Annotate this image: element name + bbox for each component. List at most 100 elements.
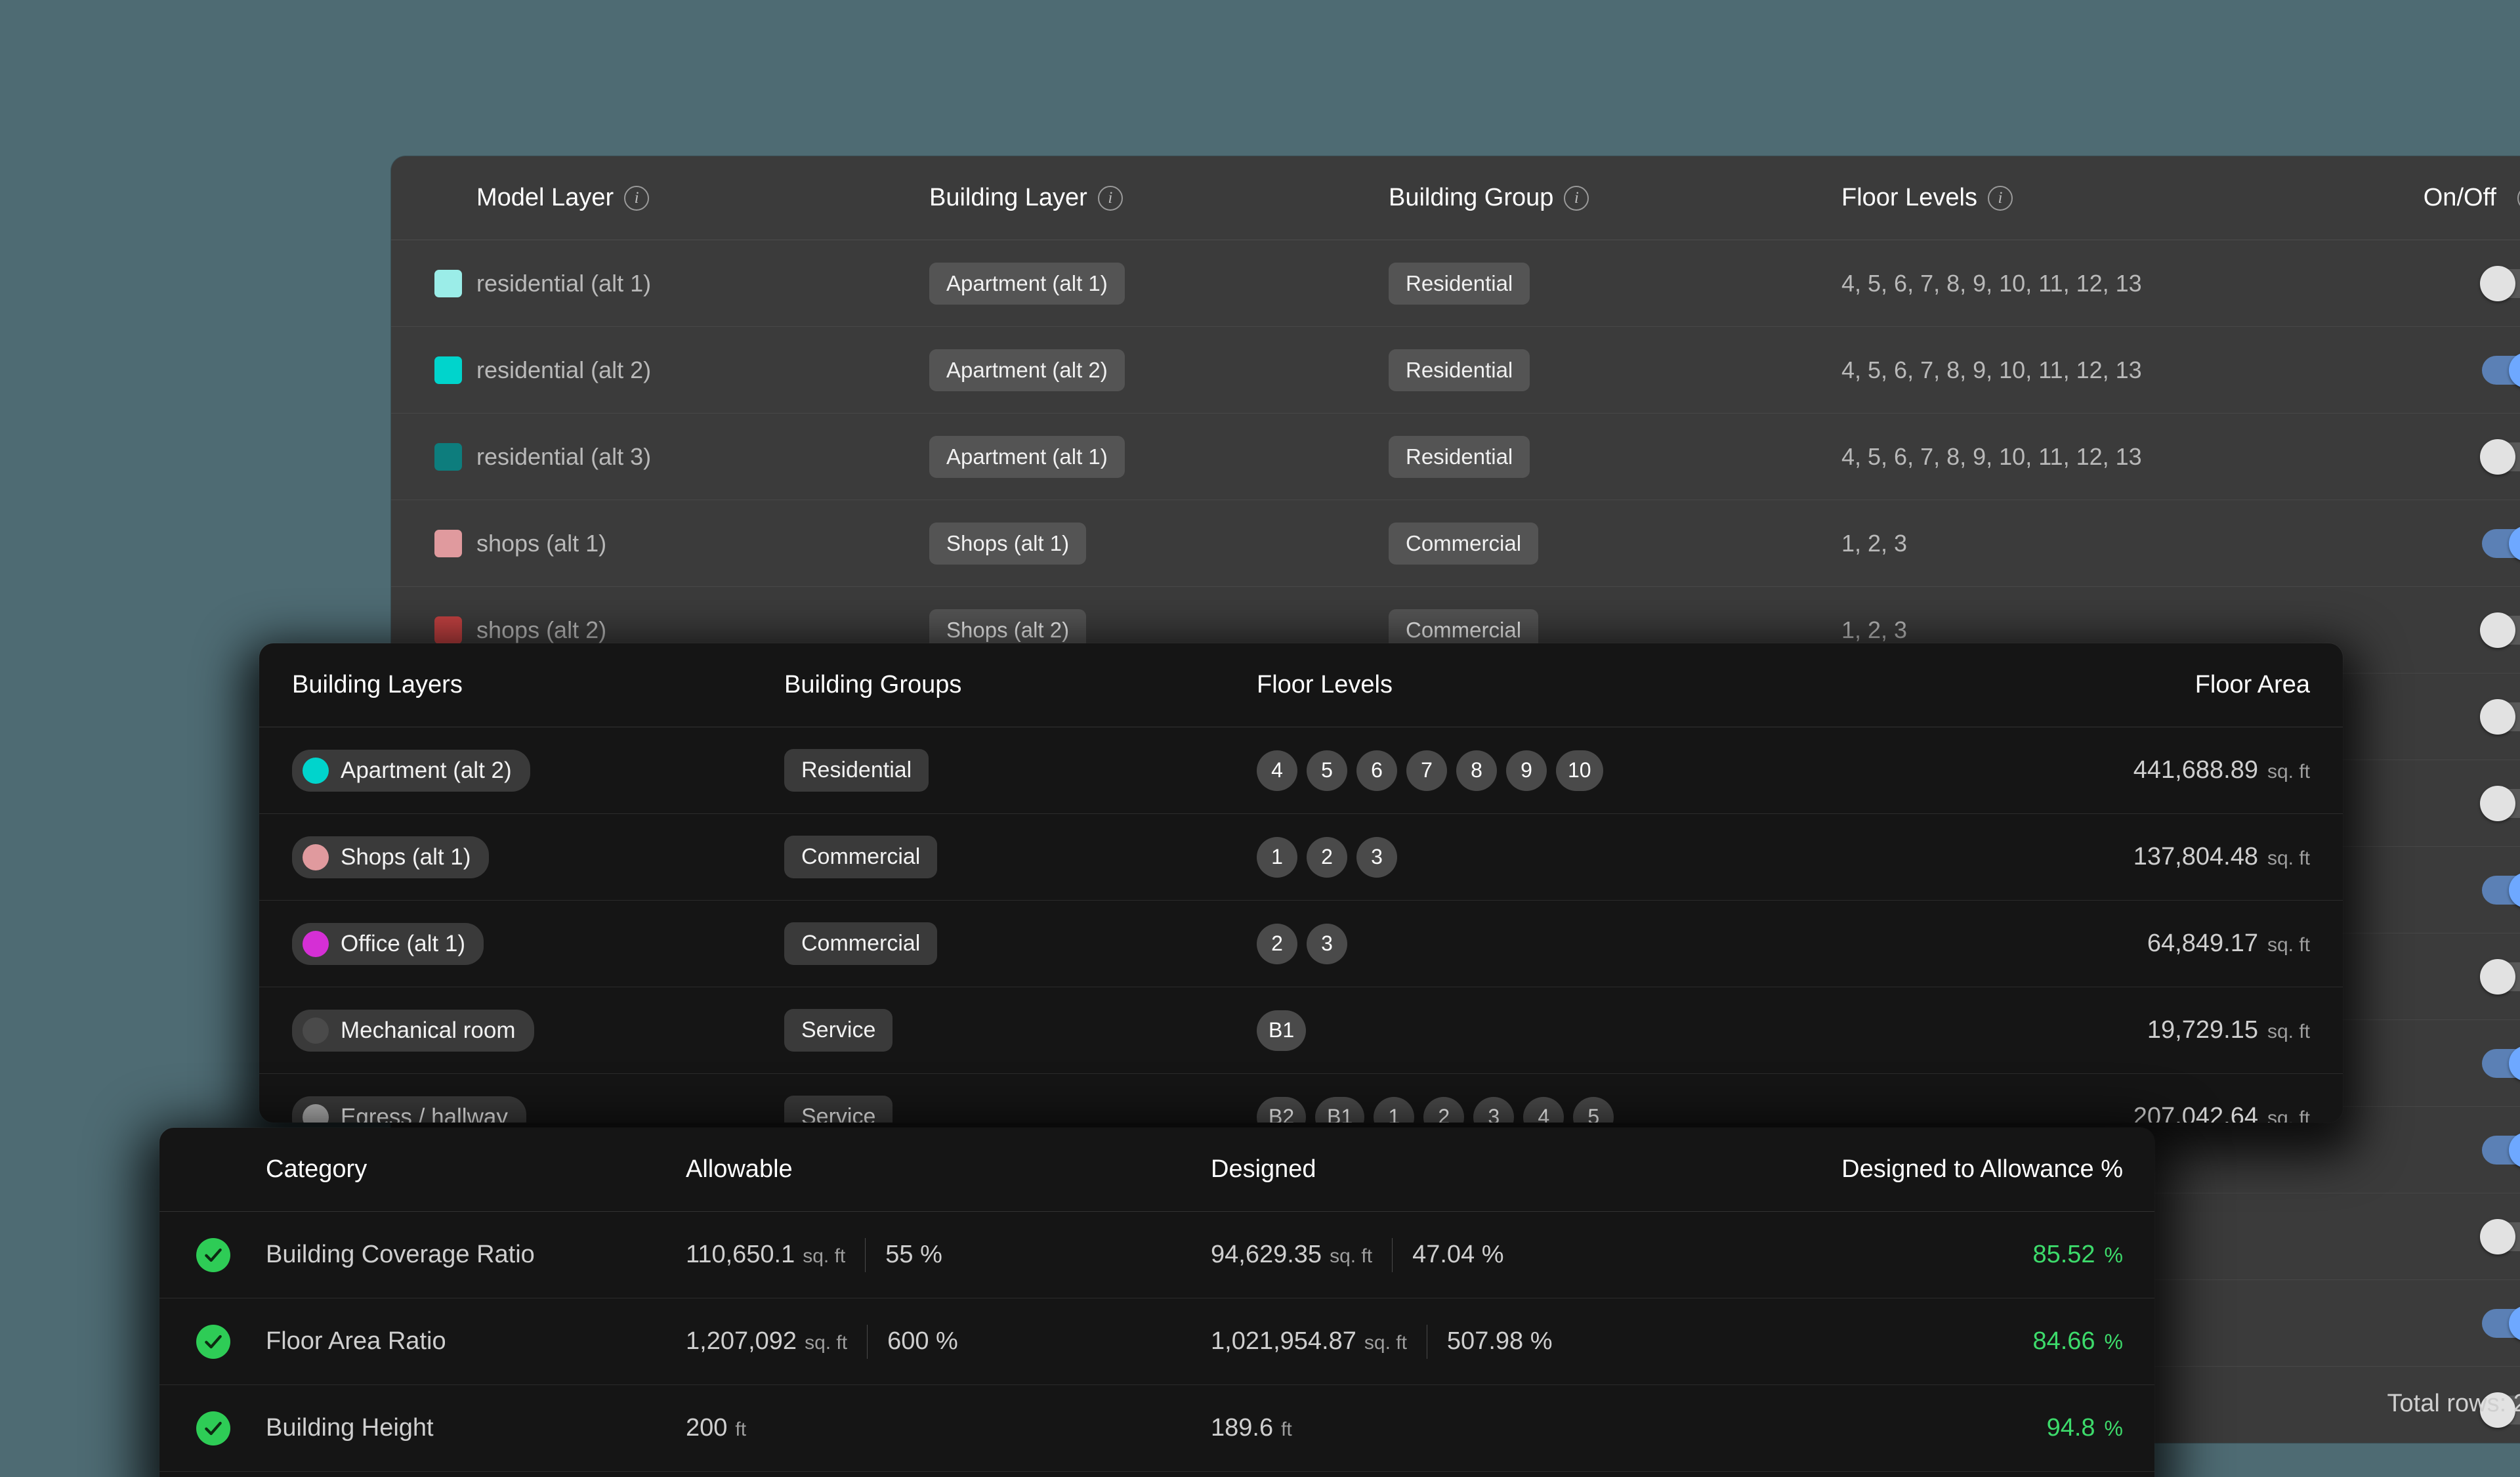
floor-level-chip[interactable]: B1 [1257,1010,1307,1051]
column-header-allowable[interactable]: Allowable [686,1155,1211,1184]
floor-level-chip[interactable]: 10 [1556,750,1603,791]
floor-level-chip[interactable]: 2 [1423,1096,1465,1123]
color-swatch-icon[interactable] [434,442,462,471]
floor-level-chip[interactable]: 1 [1374,1096,1415,1123]
column-header-designed[interactable]: Designed [1211,1155,1749,1184]
floor-level-chip[interactable]: 6 [1356,750,1397,791]
building-layer-pill[interactable]: Egress / hallway [292,1096,526,1123]
building-group-pill[interactable]: Service [784,1009,893,1052]
color-swatch-icon[interactable] [434,356,462,384]
column-header-model-layer[interactable]: Model Layer i [476,184,929,212]
table-row[interactable]: Office (alt 1) Commercial 2 3 64,849.17 sq. f… [259,901,2343,987]
on-off-toggle[interactable] [2482,1045,2520,1081]
building-layers-rows: Apartment (alt 2) Residential 4 5 6 7 8 9 10 441,… [259,727,2343,1123]
on-off-toggle[interactable] [2480,1218,2520,1254]
building-group-pill[interactable]: Commercial [784,922,938,965]
floor-level-chip[interactable]: 1 [1257,836,1297,878]
floor-level-chip[interactable]: 5 [1307,750,1347,791]
on-off-toggle[interactable] [2482,525,2520,561]
layer-color-swatch-cell [391,269,476,297]
on-off-toggle[interactable] [2482,872,2520,908]
building-group-chip[interactable]: Residential [1389,435,1530,478]
building-group-pill[interactable]: Residential [784,749,929,792]
building-group-pill[interactable]: Commercial [784,836,938,878]
cell-divider [865,1237,866,1272]
color-swatch-icon[interactable] [434,616,462,644]
floor-level-chip[interactable]: 7 [1406,750,1447,791]
column-header-building-layers[interactable]: Building Layers [259,671,784,699]
on-off-toggle[interactable] [2482,1305,2520,1341]
floor-level-chip[interactable]: B1 [1315,1096,1365,1123]
building-layer-chip[interactable]: Apartment (alt 1) [929,262,1125,305]
building-group-chip[interactable]: Commercial [1389,522,1539,565]
on-off-toggle[interactable] [2480,785,2520,821]
info-icon[interactable]: i [1987,185,2013,211]
table-row[interactable]: Apartment (alt 2) Residential 4 5 6 7 8 9 10 441,… [259,727,2343,814]
on-off-toggle[interactable] [2480,958,2520,995]
on-off-toggle[interactable] [2480,698,2520,735]
designed-unit: ft [1281,1419,1292,1440]
building-layer-chip[interactable]: Apartment (alt 1) [929,435,1125,478]
floor-level-chip[interactable]: 5 [1573,1096,1614,1123]
floor-levels-cell: 4 5 6 7 8 9 10 [1257,750,1913,791]
on-off-toggle[interactable] [2480,265,2520,301]
floor-level-chip[interactable]: 4 [1523,1096,1564,1123]
info-icon[interactable]: i [624,185,650,211]
color-swatch-icon[interactable] [434,529,462,557]
building-group-chip[interactable]: Residential [1389,349,1530,391]
info-icon[interactable]: i [2517,185,2520,211]
layer-color-swatch-cell [391,529,476,557]
table-row[interactable]: Building Height 200 ft 189.6 ft 94.8% [159,1385,2154,1472]
table-row[interactable]: Shops (alt 1) Commercial 1 2 3 137,804.48 sq. … [259,814,2343,901]
designed-cell: 94,629.35 sq. ft 47.04 % [1211,1237,1749,1272]
table-row[interactable]: Floor Area Ratio 1,207,092 sq. ft 600 % 1,02… [159,1298,2154,1385]
floor-area-unit: sq. ft [2267,934,2310,956]
floor-level-chip[interactable]: 3 [1473,1096,1515,1123]
on-off-toggle[interactable] [2480,612,2520,648]
table-row[interactable]: Mechanical room Service B1 19,729.15 sq. ft [259,987,2343,1074]
floor-level-chip[interactable]: 3 [1307,923,1347,964]
column-header-building-group[interactable]: Building Group i [1389,184,1841,212]
floor-level-chip[interactable]: 4 [1257,750,1297,791]
floor-level-chip[interactable]: 2 [1257,923,1297,964]
building-layer-pill[interactable]: Apartment (alt 2) [292,749,530,792]
building-group-cell: Commercial [784,836,1257,878]
table-row[interactable]: residential (alt 2) Apartment (alt 2) Resi… [391,327,2520,414]
zoning-compliance-panel: Category Allowable Designed Designed to … [159,1128,2154,1477]
column-header-designed-to-allowance[interactable]: Designed to Allowance % [1749,1155,2154,1184]
building-layer-pill[interactable]: Shops (alt 1) [292,836,490,878]
column-header-building-groups[interactable]: Building Groups [784,671,1257,699]
column-header-floor-levels[interactable]: Floor Levels [1257,671,1913,699]
building-group-pill[interactable]: Service [784,1096,893,1123]
on-off-toggle[interactable] [2482,352,2520,388]
floor-level-chip[interactable]: B2 [1257,1096,1307,1123]
column-header-floor-levels[interactable]: Floor Levels i [1841,184,2294,212]
info-icon[interactable]: i [1564,185,1589,211]
color-swatch-icon[interactable] [434,269,462,297]
on-off-toggle[interactable] [2482,1132,2520,1168]
on-off-toggle[interactable] [2480,439,2520,475]
building-layer-chip[interactable]: Shops (alt 1) [929,522,1087,565]
floor-levels-text: 4, 5, 6, 7, 8, 9, 10, 11, 12, 13 [1841,442,2142,470]
building-group-chip[interactable]: Residential [1389,262,1530,305]
building-layer-pill[interactable]: Office (alt 1) [292,922,484,965]
table-row[interactable]: residential (alt 1) Apartment (alt 1) Resi… [391,240,2520,327]
info-icon[interactable]: i [1097,185,1123,211]
floor-level-chip[interactable]: 9 [1506,750,1547,791]
table-row[interactable]: residential (alt 3) Apartment (alt 1) Resi… [391,414,2520,500]
building-layer-cell: Office (alt 1) [259,922,784,965]
column-header-on-off[interactable]: On/Off i [2294,184,2520,212]
table-row[interactable]: Building Coverage Ratio 110,650.1 sq. ft 55… [159,1212,2154,1298]
floor-level-chip-group: B1 [1257,1010,1913,1051]
column-header-floor-area[interactable]: Floor Area [1913,671,2343,699]
floor-level-chip[interactable]: 8 [1456,750,1497,791]
column-header-category[interactable]: Category [266,1155,686,1184]
building-layer-cell: Apartment (alt 1) [929,262,1389,305]
floor-level-chip[interactable]: 2 [1307,836,1347,878]
floor-level-chip[interactable]: 3 [1356,836,1397,878]
column-header-building-layer[interactable]: Building Layer i [929,184,1389,212]
building-layer-chip[interactable]: Apartment (alt 2) [929,349,1125,391]
table-row[interactable]: Egress / hallway Service B2 B1 1 2 3 4 5 207,042.… [259,1074,2343,1123]
table-row[interactable]: shops (alt 1) Shops (alt 1) Commercial 1, 2… [391,500,2520,587]
building-layer-pill[interactable]: Mechanical room [292,1009,534,1052]
